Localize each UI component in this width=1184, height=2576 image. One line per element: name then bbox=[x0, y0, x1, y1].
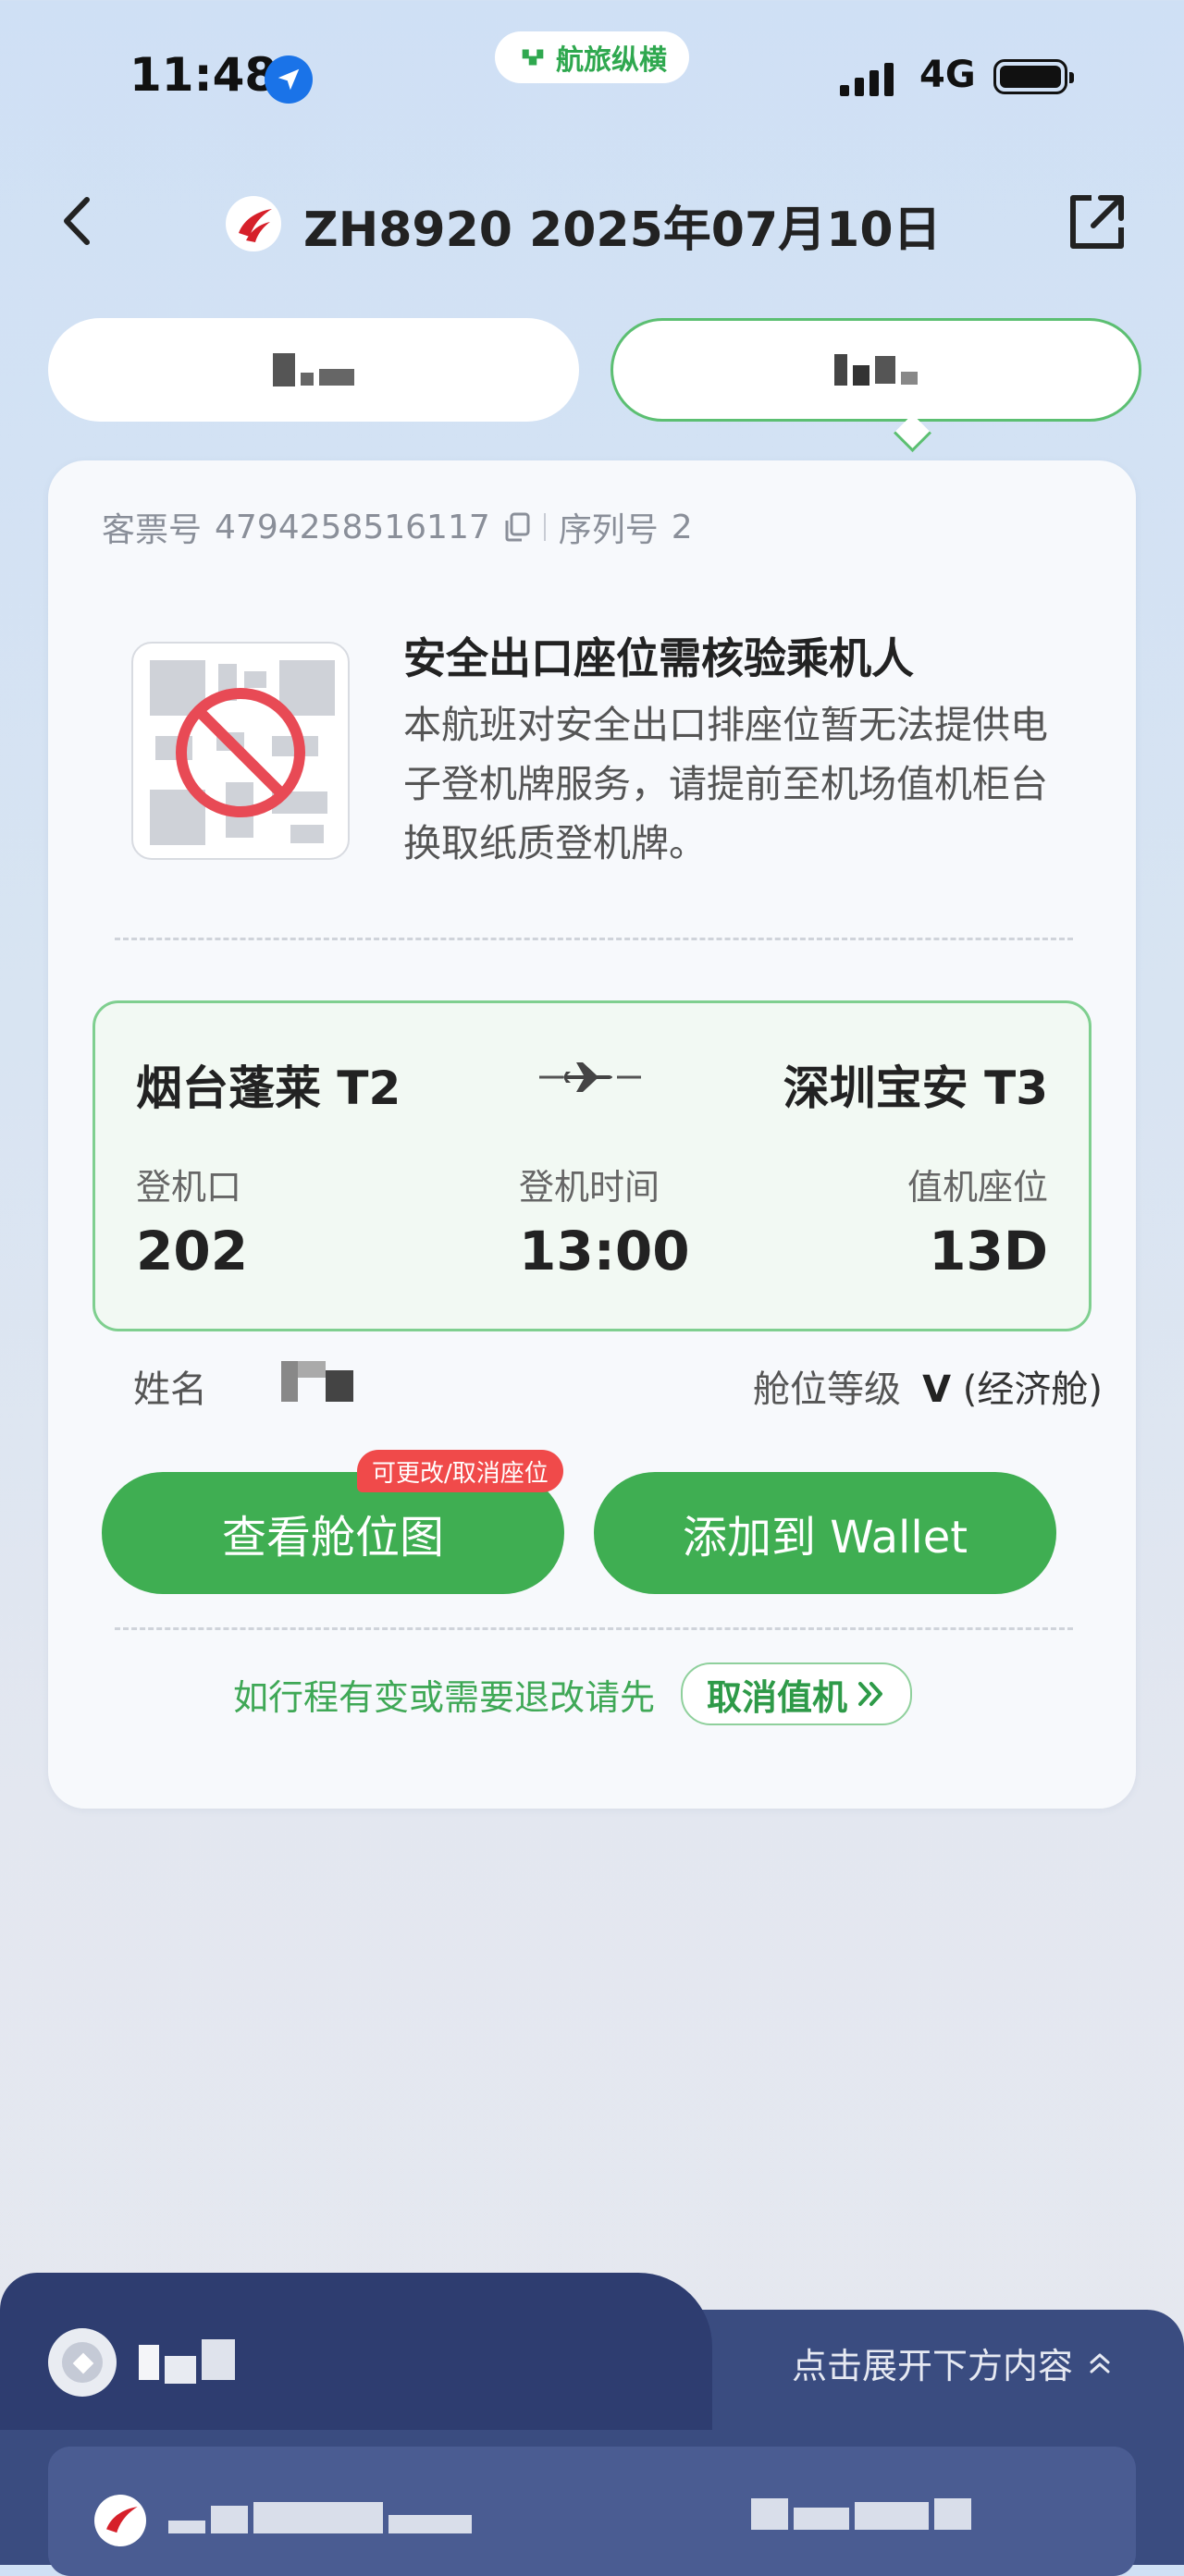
boarding-card: 客票号 4794258516117 序列号 2 安全出口座位需核验乘机人 本航班… bbox=[48, 460, 1136, 1809]
seat-label: 值机座位 bbox=[906, 1167, 1048, 1208]
app-logo-icon bbox=[522, 49, 544, 66]
divider bbox=[543, 513, 546, 541]
battery-icon bbox=[993, 59, 1074, 94]
sequence-label: 序列号 bbox=[558, 511, 659, 549]
redacted-name bbox=[273, 353, 295, 386]
seat-change-badge: 可更改/取消座位 bbox=[357, 1450, 563, 1492]
airline-logo-icon bbox=[94, 2495, 146, 2546]
origin-city: 烟台蓬莱 T2 bbox=[136, 1061, 401, 1115]
ticket-number: 4794258516117 bbox=[215, 508, 490, 546]
app-badge-label: 航旅纵横 bbox=[556, 44, 667, 77]
expand-hint[interactable]: 点击展开下方内容 bbox=[792, 2337, 1112, 2388]
gate-label: 登机口 bbox=[136, 1167, 242, 1208]
change-note: 如行程有变或需要退改请先 取消值机 bbox=[233, 1662, 913, 1725]
boarding-time-value: 13:00 bbox=[519, 1220, 690, 1282]
ticket-info: 客票号 4794258516117 序列号 2 bbox=[102, 503, 693, 551]
name-label: 姓名 bbox=[133, 1368, 207, 1411]
redacted-flight-info bbox=[751, 2498, 977, 2533]
disabled-qr-code bbox=[131, 642, 350, 860]
notice-body: 本航班对安全出口排座位暂无法提供电子登机牌服务，请提前至机场值机柜台换取纸质登机… bbox=[403, 703, 1048, 865]
notice-title: 安全出口座位需核验乘机人 bbox=[403, 633, 914, 683]
class-value: V (经济舱) bbox=[922, 1359, 1103, 1413]
passenger-tab-2[interactable] bbox=[610, 318, 1141, 422]
share-external-icon[interactable] bbox=[1064, 189, 1130, 255]
sequence-number: 2 bbox=[671, 508, 693, 546]
class-name: (经济舱) bbox=[962, 1368, 1103, 1411]
class-label: 舱位等级 bbox=[753, 1368, 901, 1411]
add-to-wallet-button[interactable]: 添加到 Wallet bbox=[594, 1472, 1056, 1594]
change-note-text: 如行程有变或需要退改请先 bbox=[233, 1676, 656, 1718]
airplane-icon bbox=[539, 1062, 641, 1092]
app-badge: 航旅纵横 bbox=[495, 31, 689, 83]
nav-bar: ZH8920 2025年07月10日 bbox=[0, 176, 1184, 268]
dashed-divider bbox=[115, 1627, 1073, 1630]
status-bar: 11:48 航旅纵横 4G bbox=[0, 0, 1184, 157]
passenger-name-redacted bbox=[281, 1361, 353, 1411]
avatar bbox=[48, 2328, 117, 2397]
dashed-divider bbox=[115, 938, 1073, 940]
redacted-user-name bbox=[139, 2339, 240, 2384]
copy-icon[interactable] bbox=[503, 511, 531, 543]
passenger-tabs bbox=[48, 318, 1141, 453]
ticket-label: 客票号 bbox=[102, 511, 203, 549]
network-type: 4G bbox=[919, 54, 976, 96]
expand-label: 点击展开下方内容 bbox=[791, 2346, 1073, 2386]
passenger-tab-1[interactable] bbox=[48, 318, 579, 422]
route-panel: 烟台蓬莱 T2 深圳宝安 T3 登机口 登机时间 值机座位 202 13:00 … bbox=[92, 1000, 1092, 1331]
cancel-checkin-button[interactable]: 取消值机 bbox=[681, 1662, 913, 1725]
signal-icon bbox=[840, 59, 894, 96]
double-chevron-right-icon bbox=[858, 1682, 883, 1706]
boarding-time-label: 登机时间 bbox=[519, 1167, 660, 1208]
seat-value: 13D bbox=[929, 1220, 1048, 1282]
redacted-name bbox=[834, 354, 847, 386]
cancel-checkin-label: 取消值机 bbox=[707, 1676, 848, 1718]
location-arrow-icon bbox=[265, 55, 313, 104]
class-code: V bbox=[922, 1368, 952, 1411]
airline-logo-icon bbox=[226, 196, 281, 251]
double-chevron-up-icon bbox=[1090, 2353, 1110, 2373]
bottom-drawer[interactable]: 点击展开下方内容 bbox=[0, 2273, 1184, 2576]
passenger-row: 姓名 舱位等级 V (经济舱) bbox=[133, 1359, 1103, 1415]
redacted-flight-info bbox=[168, 2502, 477, 2537]
page-title: ZH8920 2025年07月10日 bbox=[303, 202, 942, 258]
gate-value: 202 bbox=[136, 1220, 249, 1282]
drawer-item-card[interactable] bbox=[48, 2447, 1136, 2576]
chevron-left-icon[interactable] bbox=[46, 189, 111, 253]
status-time: 11:48 bbox=[130, 48, 278, 102]
destination-city: 深圳宝安 T3 bbox=[783, 1061, 1048, 1115]
